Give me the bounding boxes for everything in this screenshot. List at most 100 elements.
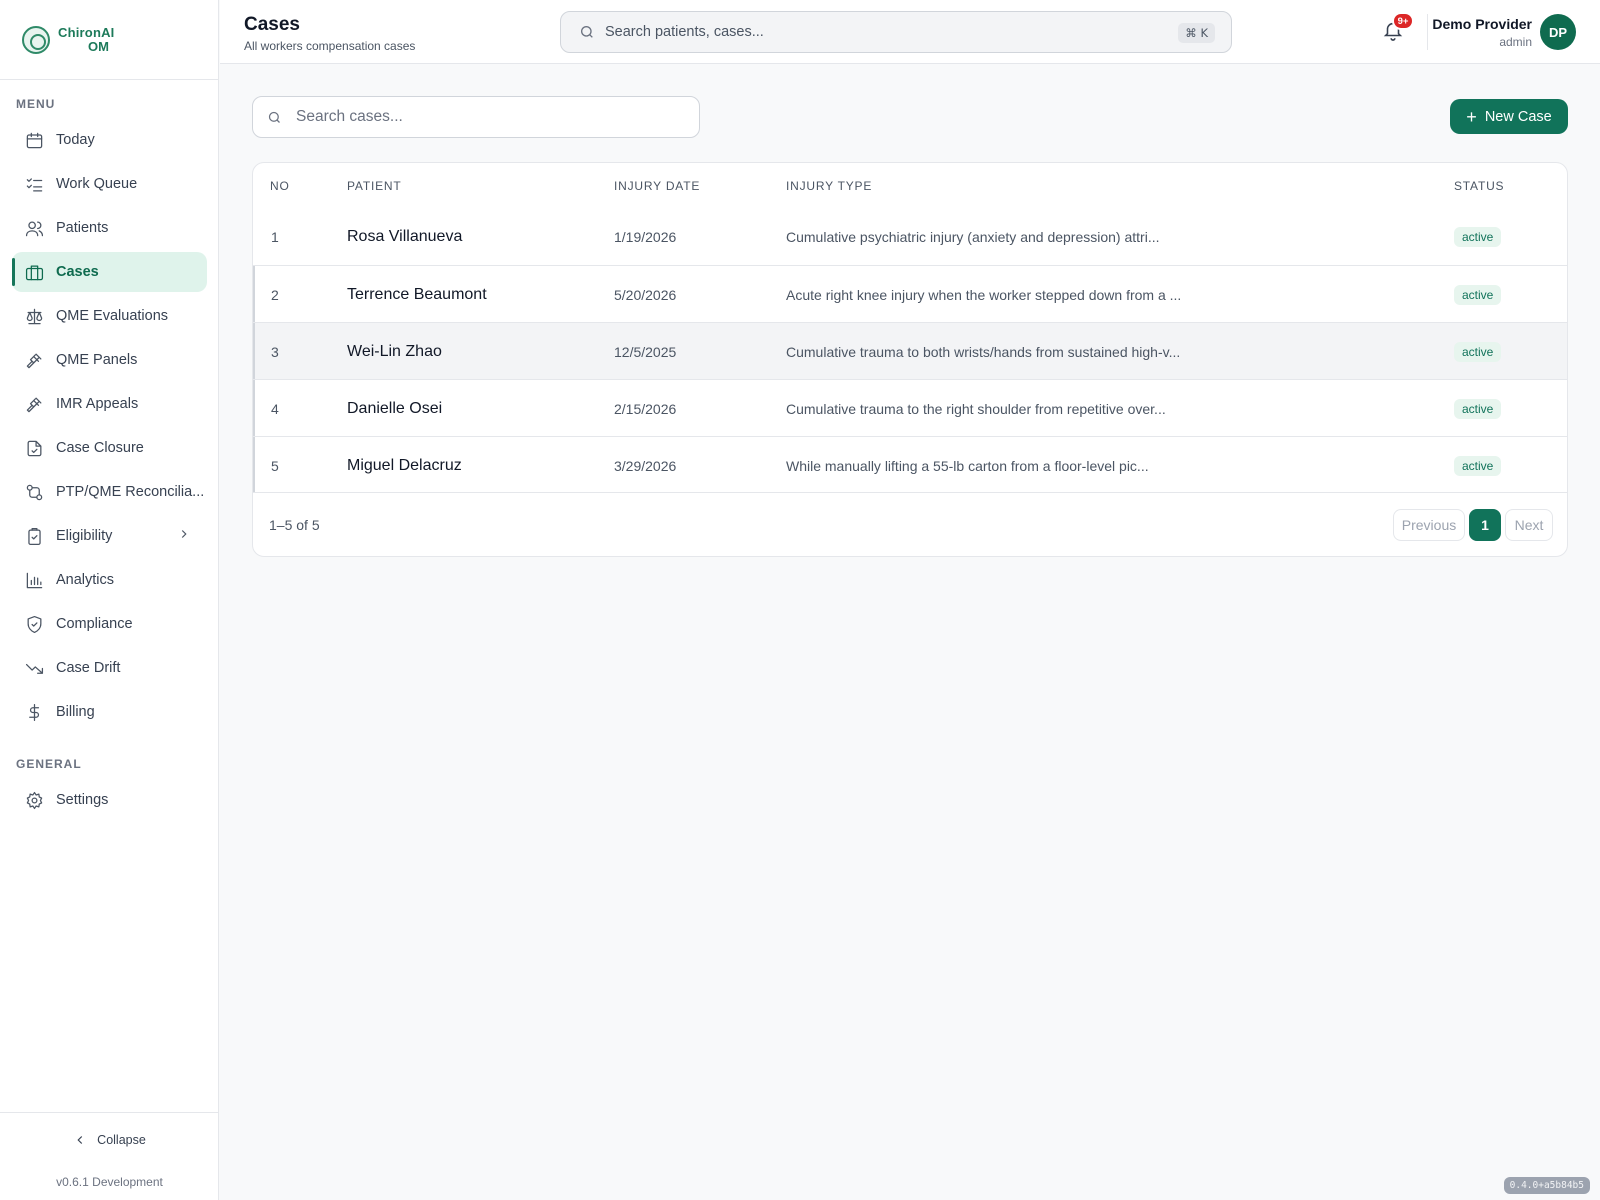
sidebar-item-today[interactable]: Today [12,120,207,160]
top-header: Cases All workers compensation cases ⌘ K… [220,0,1600,64]
global-search-input[interactable] [605,24,1145,40]
global-search-box[interactable]: ⌘ K [560,11,1232,53]
sidebar-item-case-closure[interactable]: Case Closure [12,428,207,468]
sidebar-item-label: QME Panels [56,352,138,368]
sidebar-item-billing[interactable]: Billing [12,692,207,732]
patient-name: Miguel Delacruz [347,456,462,474]
row-number: 1 [271,228,279,245]
injury-date: 12/5/2025 [614,343,677,360]
previous-page-button[interactable]: Previous [1393,509,1465,541]
logo-icon [22,25,50,54]
sidebar-item-label: Case Closure [56,440,144,456]
row-number: 5 [271,457,279,474]
patient-name: Wei-Lin Zhao [347,342,442,360]
gavel-icon [24,394,44,414]
injury-date: 1/19/2026 [614,228,677,245]
table-row[interactable]: 4 Danielle Osei 2/15/2026 Cumulative tra… [253,379,1567,436]
list-checks-icon [24,174,44,194]
notification-badge: 9+ [1392,12,1414,30]
injury-type: Cumulative psychiatric injury (anxiety a… [786,228,1160,245]
avatar[interactable]: DP [1540,14,1576,50]
next-page-button[interactable]: Next [1505,509,1553,541]
sidebar-item-work-queue[interactable]: Work Queue [12,164,207,204]
new-case-button[interactable]: + New Case [1450,99,1568,134]
status-badge: active [1454,341,1502,362]
sidebar-item-label: Compliance [56,616,133,632]
general-section-label: GENERAL [16,757,82,771]
status-badge: active [1454,398,1502,419]
sidebar-item-label: QME Evaluations [56,308,169,324]
injury-type: While manually lifting a 55-lb carton fr… [786,457,1149,474]
user-role: admin [1499,35,1532,49]
briefcase-icon [24,262,44,282]
injury-date: 2/15/2026 [614,400,677,417]
row-number: 4 [271,400,279,417]
column-header-status[interactable]: STATUS [1454,179,1504,193]
column-header-injury-date[interactable]: INJURY DATE [614,179,700,193]
user-name[interactable]: Demo Provider [1432,16,1532,32]
sidebar-item-label: Work Queue [56,176,138,192]
page-subtitle: All workers compensation cases [244,39,416,53]
new-case-label: New Case [1484,108,1552,125]
sidebar-item-eligibility[interactable]: Eligibility [12,516,207,556]
table-row[interactable]: 1 Rosa Villanueva 1/19/2026 Cumulative p… [253,208,1567,265]
sidebar-item-label: IMR Appeals [56,396,139,412]
column-header-no[interactable]: NO [270,179,290,193]
keyboard-shortcut-hint: ⌘ K [1178,23,1215,43]
scale-icon [24,306,44,326]
sidebar-item-label: Eligibility [56,528,113,544]
case-search-box[interactable] [252,96,700,138]
table-row[interactable]: 2 Terrence Beaumont 5/20/2026 Acute righ… [253,265,1567,322]
cases-table: NO PATIENT INJURY DATE INJURY TYPE STATU… [252,162,1568,557]
row-number: 3 [271,343,279,360]
chevron-left-icon [77,1136,83,1144]
sidebar-item-cases[interactable]: Cases [12,252,207,292]
status-badge: active [1454,455,1502,476]
users-icon [24,218,44,238]
sidebar-item-settings[interactable]: Settings [12,780,207,820]
brand-logo[interactable]: ChironAI OM [0,0,218,80]
sidebar-item-label: Case Drift [56,660,121,676]
table-row[interactable]: 3 Wei-Lin Zhao 12/5/2025 Cumulative trau… [253,322,1567,379]
brand-sub: OM [88,39,109,54]
file-check-icon [24,438,44,458]
injury-date: 3/29/2026 [614,457,677,474]
row-number: 2 [271,286,279,303]
table-row[interactable]: 5 Miguel Delacruz 3/29/2026 While manual… [253,436,1567,493]
version-label: v0.6.1 Development [56,1175,163,1189]
collapse-button[interactable]: Collapse [0,1133,219,1147]
menu-section-label: MENU [16,97,56,111]
bar-chart-icon [24,570,44,590]
sidebar: ChironAI OM MENU Today Work Queue Patien… [0,0,219,1200]
sidebar-item-case-drift[interactable]: Case Drift [12,648,207,688]
page-1-button[interactable]: 1 [1469,509,1501,541]
chevron-right-icon [177,527,191,545]
git-compare-icon [24,482,44,502]
patient-name: Rosa Villanueva [347,227,463,245]
plus-icon: + [1466,106,1477,127]
table-header: NO PATIENT INJURY DATE INJURY TYPE STATU… [253,163,1567,208]
shield-check-icon [24,614,44,634]
column-header-injury-type[interactable]: INJURY TYPE [786,179,872,193]
status-badge: active [1454,226,1502,247]
sidebar-item-ptp-qme-reconciliation[interactable]: PTP/QME Reconcilia... [12,472,207,512]
sidebar-item-label: Settings [56,792,109,808]
sidebar-item-imr-appeals[interactable]: IMR Appeals [12,384,207,424]
gavel-icon [24,350,44,370]
collapse-label: Collapse [97,1133,146,1147]
sidebar-item-analytics[interactable]: Analytics [12,560,207,600]
clipboard-check-icon [24,526,44,546]
dollar-icon [24,702,44,722]
table-footer: 1–5 of 5 Previous 1 Next [253,492,1567,556]
calendar-icon [24,130,44,150]
sidebar-item-qme-evaluations[interactable]: QME Evaluations [12,296,207,336]
sidebar-item-label: Analytics [56,572,115,588]
injury-type: Cumulative trauma to the right shoulder … [786,400,1166,417]
sidebar-item-qme-panels[interactable]: QME Panels [12,340,207,380]
column-header-patient[interactable]: PATIENT [347,179,402,193]
injury-type: Cumulative trauma to both wrists/hands f… [786,343,1181,360]
sidebar-item-patients[interactable]: Patients [12,208,207,248]
sidebar-item-compliance[interactable]: Compliance [12,604,207,644]
sidebar-item-label: Patients [56,220,109,236]
case-search-input[interactable] [296,108,676,126]
